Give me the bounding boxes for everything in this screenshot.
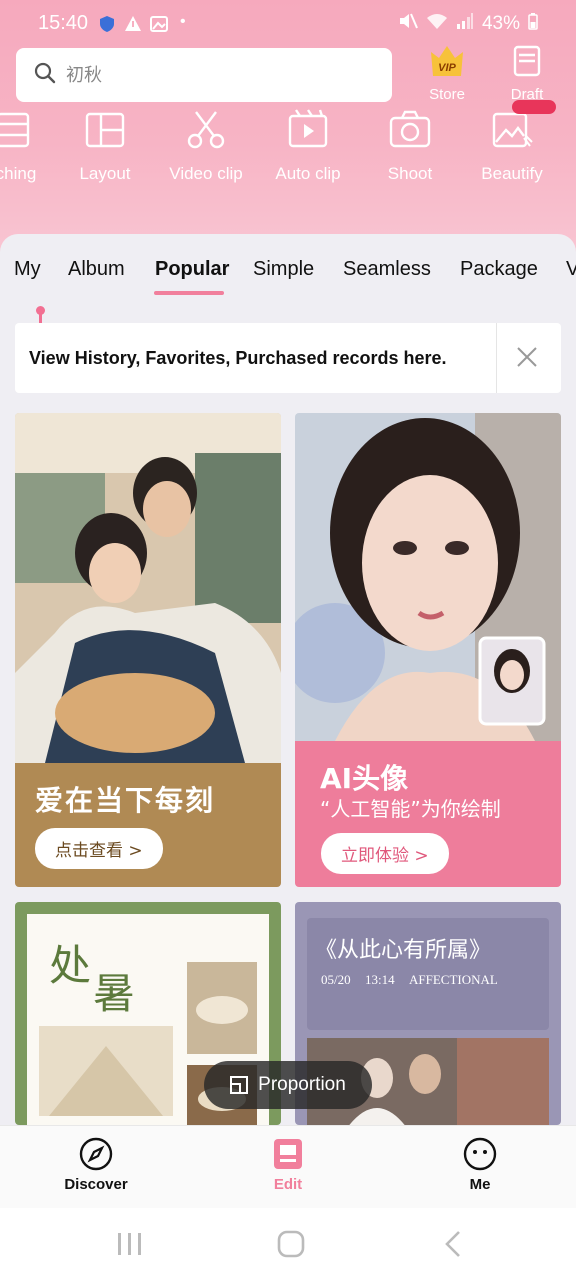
draft-button[interactable]: Draft [492, 44, 562, 104]
vip-crown-icon: VIP [431, 46, 463, 76]
status-bar: 15:40 • 43% [0, 0, 576, 46]
bottom-nav: Discover Edit Me [0, 1125, 576, 1208]
beautify-icon [492, 112, 533, 148]
vip-badge: VIP [438, 62, 456, 74]
status-time: 15:40 [38, 12, 89, 34]
tool-video-clip-label: Video clip [169, 164, 243, 183]
tool-shoot-label: Shoot [387, 164, 433, 183]
compass-icon [79, 1137, 113, 1171]
card3-title2: 暑 [93, 969, 136, 1018]
nav-edit[interactable]: Edit [238, 1136, 338, 1193]
tab-simple[interactable]: Simple [253, 258, 314, 281]
search-input[interactable] [66, 64, 366, 86]
search-bar[interactable] [16, 48, 392, 102]
tool-beautify-label: Beautify [481, 164, 543, 183]
store-label: Store [429, 86, 465, 103]
card2-subtitle: “人工智能”为你绘制 [320, 797, 501, 821]
system-nav-bar [0, 1208, 576, 1280]
card4-word: AFFECTIONAL [409, 972, 498, 987]
tool-shoot[interactable]: Shoot [360, 108, 460, 184]
draft-icon [513, 45, 541, 77]
layout-icon [85, 112, 125, 148]
tent-photo [39, 1026, 173, 1116]
card2-try-button[interactable]: 立即体验 > [321, 833, 449, 874]
tool-beautify[interactable]: Beautify [462, 100, 562, 184]
tool-auto-clip[interactable]: Auto clip [258, 108, 358, 184]
notice-text: View History, Favorites, Purchased recor… [29, 347, 447, 368]
notice-divider [496, 323, 497, 393]
tool-layout[interactable]: Layout [55, 108, 155, 184]
history-notice[interactable]: View History, Favorites, Purchased recor… [15, 323, 561, 393]
new-badge [512, 100, 556, 114]
recent-apps-icon[interactable] [117, 1232, 143, 1256]
notification-dot-icon: • [180, 13, 186, 30]
tab-popular[interactable]: Popular [155, 258, 229, 281]
tab-package[interactable]: Package [460, 258, 538, 281]
tab-album[interactable]: Album [68, 258, 125, 281]
tool-auto-clip-label: Auto clip [275, 164, 341, 183]
proportion-icon [230, 1076, 249, 1094]
wifi-icon [426, 12, 448, 36]
nav-me-label: Me [469, 1176, 491, 1193]
card2-title: AI头像 [320, 762, 409, 795]
tab-more[interactable]: V [566, 258, 576, 281]
tool-stitching-label: ching [0, 164, 37, 183]
card1-title: 爱在当下每刻 [35, 784, 216, 817]
status-right: 43% [398, 12, 538, 36]
shield-icon [98, 15, 116, 38]
proportion-label: Proportion [258, 1074, 346, 1095]
auto-clip-icon [288, 109, 328, 148]
ai-portrait [295, 413, 561, 741]
stitching-icon [0, 112, 30, 148]
home-icon[interactable] [277, 1230, 305, 1258]
face-icon [463, 1137, 497, 1171]
image-icon [150, 15, 168, 38]
scissors-icon [187, 111, 225, 149]
food-photo [187, 962, 257, 1054]
card4-time: 13:14 [365, 972, 395, 987]
back-icon[interactable] [444, 1230, 462, 1258]
couple-photo [15, 413, 281, 763]
card4-title: 《从此心有所属》 [315, 938, 492, 963]
tab-seamless[interactable]: Seamless [343, 258, 431, 281]
close-icon[interactable] [515, 345, 539, 369]
search-icon [34, 62, 56, 89]
signal-icon [456, 12, 474, 36]
category-tabs: My Album Popular Simple Seamless Package… [0, 258, 576, 302]
card4-date: 05/20 [321, 972, 351, 987]
card1-view-button[interactable]: 点击查看 > [35, 828, 163, 869]
nav-discover[interactable]: Discover [46, 1136, 146, 1193]
battery-icon [528, 12, 538, 36]
tool-layout-label: Layout [79, 164, 131, 183]
tab-my[interactable]: My [14, 258, 41, 281]
nav-me[interactable]: Me [430, 1136, 530, 1193]
template-card-ai-avatar[interactable]: AI头像 “人工智能”为你绘制 立即体验 > [295, 413, 561, 887]
camera-icon [389, 110, 431, 148]
nav-edit-label: Edit [273, 1176, 303, 1193]
template-card-love[interactable]: 爱在当下每刻 点击查看 > [15, 413, 281, 887]
edit-icon [274, 1139, 302, 1169]
warning-icon [124, 15, 142, 38]
store-button[interactable]: VIP Store [412, 44, 482, 104]
tool-row: ching Layout Video clip Auto clip Shoot … [0, 100, 576, 198]
nav-discover-label: Discover [64, 1176, 128, 1193]
proportion-button[interactable]: Proportion [204, 1061, 372, 1109]
tab-indicator [154, 291, 224, 295]
card3-title1: 处 [49, 941, 92, 990]
header-area: 15:40 • 43% 初秋 VIP Store Draft hing Layo… [0, 0, 576, 260]
tool-video-clip[interactable]: Video clip [156, 108, 256, 184]
mute-icon [398, 12, 418, 36]
battery-text: 43% [481, 13, 520, 34]
